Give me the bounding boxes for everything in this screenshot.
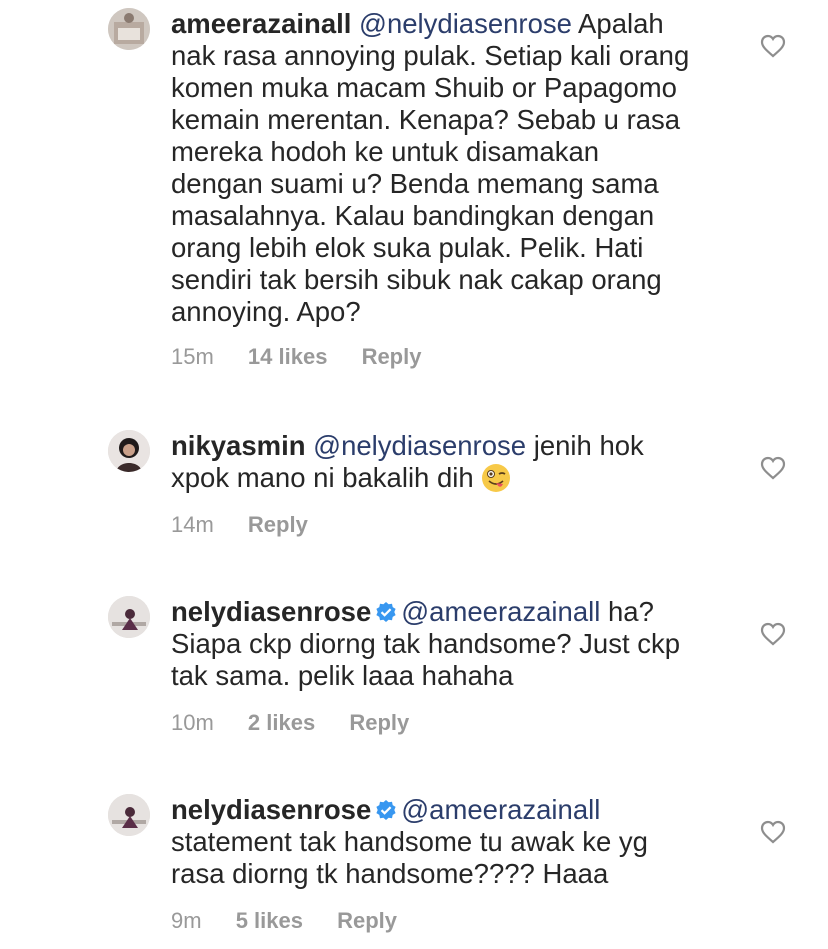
comment-line: sendiri tak bersih sibuk nak cakap orang [171, 264, 662, 295]
timestamp: 15m [171, 344, 214, 369]
comment-line: Siapa ckp diorng tak handsome? Just ckp [171, 628, 681, 659]
comment-text-first: jenih hok [526, 430, 644, 461]
likes-count[interactable]: 2 likes [248, 710, 315, 735]
comment-line: nak rasa annoying pulak. Setiap kali ora… [171, 40, 690, 71]
comment-line: dengan suami u? Benda memang sama [171, 168, 659, 199]
avatar[interactable] [108, 430, 150, 472]
likes-count[interactable]: 5 likes [236, 908, 303, 933]
comment-line: mereka hodoh ke untuk disamakan [171, 136, 600, 167]
comment-text-first: Apalah [571, 8, 664, 39]
reply-button[interactable]: Reply [349, 710, 409, 735]
username[interactable]: nikyasmin [171, 430, 306, 461]
comment-line: statement tak handsome tu awak ke yg [171, 826, 648, 857]
avatar[interactable] [108, 596, 150, 638]
reply-button[interactable]: Reply [337, 908, 397, 933]
comment-text: nelydiasenrose @ameerazainall statement t… [171, 794, 731, 890]
mention-link[interactable]: @nelydiasenrose [359, 8, 572, 39]
comment-text: nelydiasenrose @ameerazainall ha? Siapa c… [171, 596, 731, 692]
winking-tongue-face-icon [481, 463, 511, 493]
comment-text-first: ha? [600, 596, 654, 627]
comment-meta: 14m Reply [171, 512, 336, 538]
comment-text: ameerazainall @nelydiasenrose Apalah nak… [171, 8, 731, 328]
avatar[interactable] [108, 8, 150, 50]
timestamp: 14m [171, 512, 214, 537]
likes-count[interactable]: 14 likes [248, 344, 328, 369]
like-heart-icon[interactable] [760, 820, 786, 844]
comment-meta: 10m 2 likes Reply [171, 710, 437, 736]
comment-line: annoying. Apo? [171, 296, 361, 327]
timestamp: 10m [171, 710, 214, 735]
like-heart-icon[interactable] [760, 34, 786, 58]
reply-button[interactable]: Reply [362, 344, 422, 369]
verified-badge-icon [375, 601, 397, 623]
like-heart-icon[interactable] [760, 622, 786, 646]
comment-line: masalahnya. Kalau bandingkan dengan [171, 200, 655, 231]
username[interactable]: nelydiasenrose [171, 596, 371, 627]
comment-line: komen muka macam Shuib or Papagomo [171, 72, 677, 103]
avatar[interactable] [108, 794, 150, 836]
comment-meta: 15m 14 likes Reply [171, 344, 449, 370]
comment-line: rasa diorng tk handsome???? Haaa [171, 858, 609, 889]
comment-line: tak sama. pelik laaa hahaha [171, 660, 514, 691]
username[interactable]: ameerazainall [171, 8, 351, 39]
comment-meta: 9m 5 likes Reply [171, 908, 425, 934]
comment-line: kemain merentan. Kenapa? Sebab u rasa [171, 104, 681, 135]
timestamp: 9m [171, 908, 202, 933]
comment-line: xpok mano ni bakalih dih [171, 462, 474, 493]
comment-text: nikyasmin @nelydiasenrose jenih hok xpok… [171, 430, 731, 494]
verified-badge-icon [375, 799, 397, 821]
comment-line: orang lebih elok suka pulak. Pelik. Hati [171, 232, 644, 263]
username[interactable]: nelydiasenrose [171, 794, 371, 825]
mention-link[interactable]: @ameerazainall [401, 596, 600, 627]
mention-link[interactable]: @ameerazainall [401, 794, 600, 825]
reply-button[interactable]: Reply [248, 512, 308, 537]
like-heart-icon[interactable] [760, 456, 786, 480]
mention-link[interactable]: @nelydiasenrose [313, 430, 526, 461]
